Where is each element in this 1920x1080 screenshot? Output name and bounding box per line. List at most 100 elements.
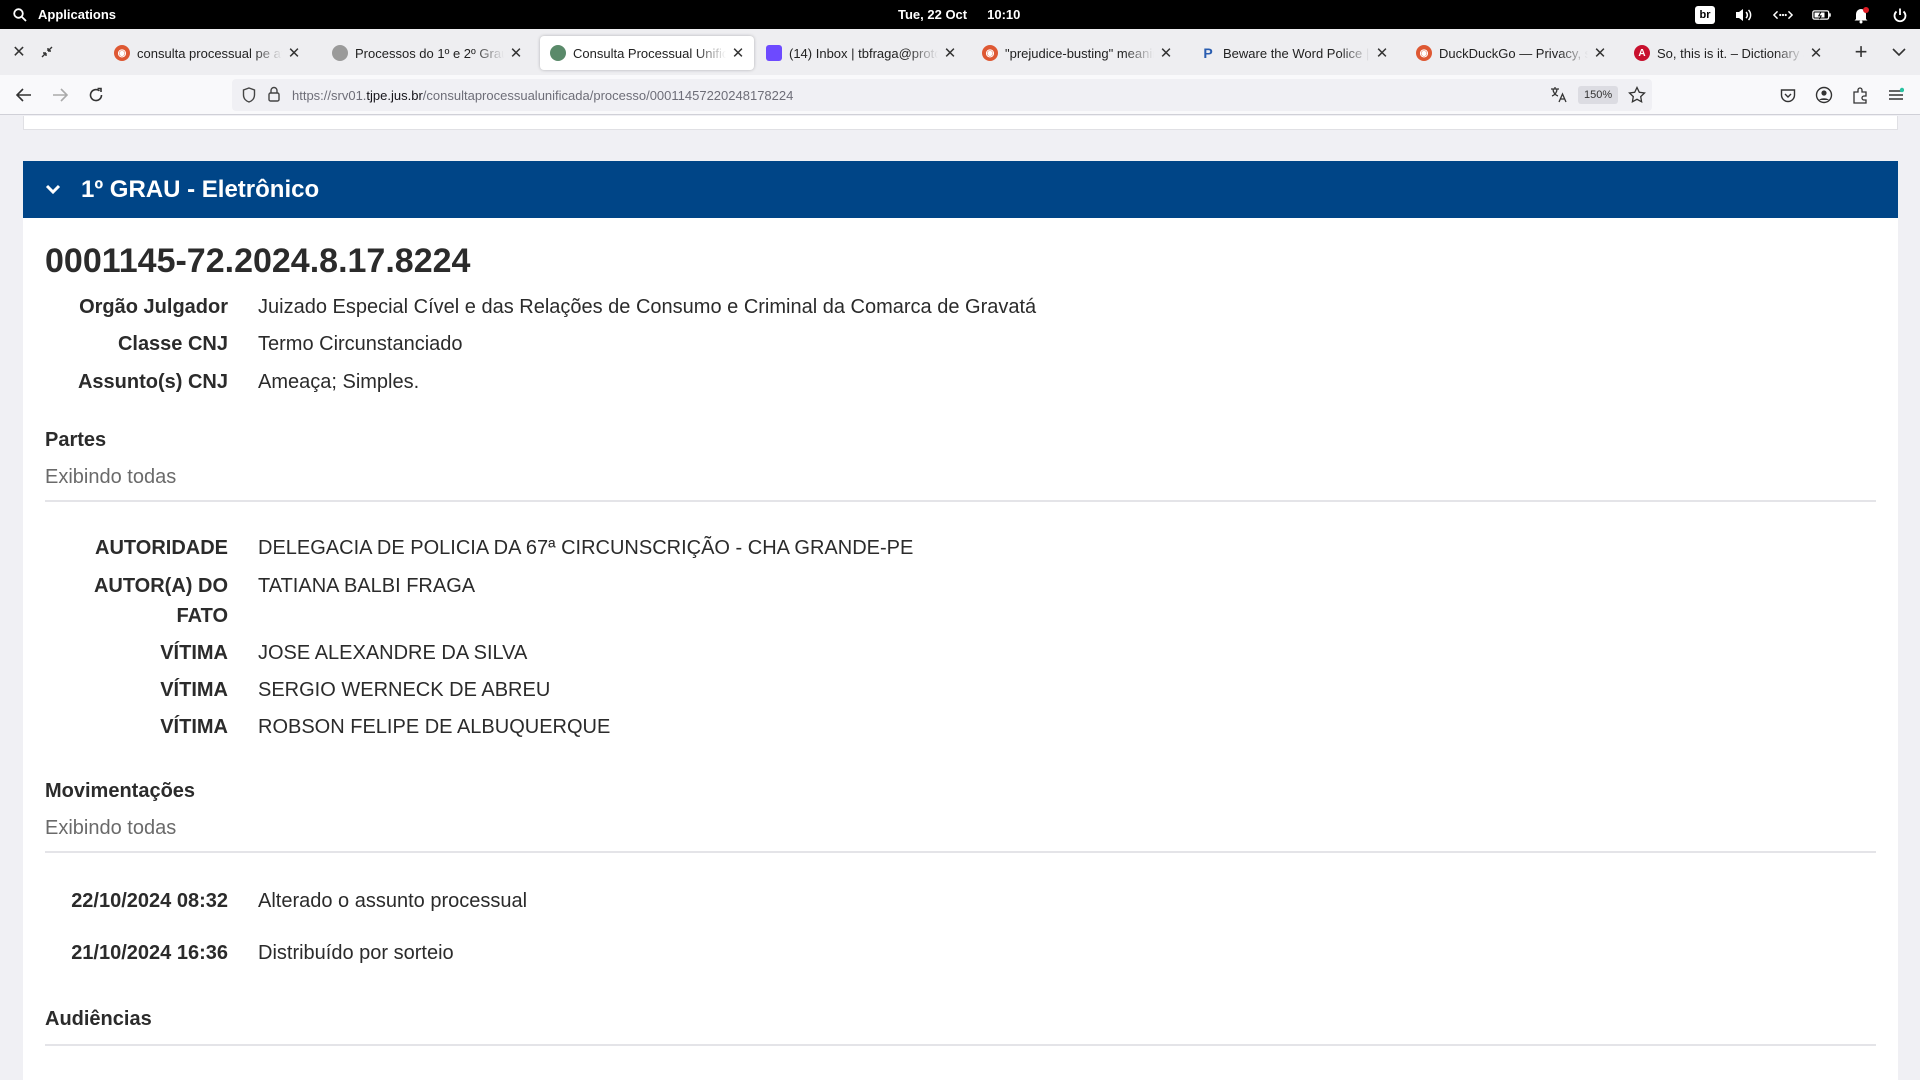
- url-bar[interactable]: https://srv01.tjpe.jus.br/consultaproces…: [232, 79, 1652, 111]
- parte-role: VÍTIMA: [160, 642, 228, 664]
- tab-title: Consulta Processual Unificada: [573, 45, 726, 61]
- parte-row: AUTOR(A) DO FATO TATIANA BALBI FRAGA: [45, 571, 1876, 638]
- process-card: 1º GRAU - Eletrônico 0001145-72.2024.8.1…: [23, 161, 1898, 1080]
- tab-title: (14) Inbox | tbfraga@proton.me: [789, 45, 938, 61]
- tab-title: So, this is it. – Dictionary and more: [1657, 45, 1804, 61]
- detail-value: Ameaça; Simples.: [258, 371, 420, 393]
- tab-title: DuckDuckGo — Privacy, simplified: [1439, 45, 1588, 61]
- clock[interactable]: Tue, 22 Oct 10:10: [898, 0, 1020, 29]
- translate-icon[interactable]: [1550, 86, 1568, 107]
- parte-role: AUTOR(A) DO FATO: [93, 575, 228, 627]
- duckduckgo-icon: ◉: [982, 45, 998, 61]
- close-icon[interactable]: ✕: [730, 44, 746, 62]
- section-header-title: 1º GRAU - Eletrônico: [81, 175, 320, 203]
- parte-role: VÍTIMA: [160, 716, 228, 738]
- close-icon[interactable]: ✕: [286, 44, 302, 62]
- detail-label: Classe CNJ: [117, 333, 228, 355]
- tjpe-icon: [550, 45, 566, 61]
- tab-word-police[interactable]: P Beware the Word Police | Psychology ✕: [1190, 36, 1398, 70]
- chevron-down-icon[interactable]: [45, 181, 63, 199]
- divider: [45, 1044, 1876, 1046]
- volume-icon[interactable]: [1734, 5, 1754, 25]
- process-details: Orgão Julgador Juizado Especial Cível e …: [45, 292, 1876, 397]
- close-icon[interactable]: ✕: [1808, 44, 1824, 62]
- tab-consulta-processual[interactable]: Consulta Processual Unificada ✕: [540, 36, 754, 70]
- partes-subtitle: Exibindo todas: [45, 466, 177, 488]
- new-tab-icon[interactable]: +: [1842, 29, 1880, 75]
- forward-arrow-icon[interactable]: [42, 75, 78, 115]
- restore-window-icon[interactable]: [28, 29, 66, 75]
- parte-row: VÍTIMA ROBSON FELIPE DE ALBUQUERQUE: [45, 712, 1876, 742]
- movimentacao-text: Distribuído por sorteio: [258, 942, 454, 964]
- pocket-icon[interactable]: [1770, 75, 1806, 115]
- tab-dictionary[interactable]: A So, this is it. – Dictionary and more …: [1624, 36, 1832, 70]
- process-number: 0001145-72.2024.8.17.8224: [45, 242, 471, 280]
- tjpe-icon: [332, 45, 348, 61]
- keyboard-layout-indicator[interactable]: br: [1695, 5, 1715, 24]
- detail-value: Termo Circunstanciado: [258, 333, 463, 355]
- back-arrow-icon[interactable]: [6, 75, 42, 115]
- parte-role: VÍTIMA: [160, 679, 228, 701]
- parte-row: VÍTIMA JOSE ALEXANDRE DA SILVA: [45, 638, 1876, 675]
- detail-label: Orgão Julgador: [79, 296, 228, 318]
- tab-prejudice-busting[interactable]: ◉ "prejudice-busting" meaning ✕: [972, 36, 1182, 70]
- power-icon[interactable]: [1890, 5, 1910, 25]
- detail-classe-cnj: Classe CNJ Termo Circunstanciado: [45, 329, 1876, 367]
- parte-role: AUTORIDADE: [95, 537, 228, 559]
- lock-icon[interactable]: [268, 86, 280, 105]
- applications-menu[interactable]: Applications: [38, 7, 116, 22]
- audiencias-title: Audiências: [45, 1008, 152, 1030]
- close-icon[interactable]: ✕: [1158, 44, 1174, 62]
- battery-icon[interactable]: [1812, 5, 1832, 25]
- parte-name: ROBSON FELIPE DE ALBUQUERQUE: [258, 716, 611, 738]
- url-text[interactable]: https://srv01.tjpe.jus.br/consultaproces…: [292, 88, 793, 103]
- divider: [45, 500, 1876, 502]
- movimentacao-text: Alterado o assunto processual: [258, 890, 528, 912]
- movimentacao-date: 21/10/2024 16:36: [71, 942, 228, 964]
- proton-mail-icon: [766, 45, 782, 61]
- tab-strip: ✕ ◉ consulta processual pe at DuckDuckGo…: [0, 29, 1920, 75]
- psychology-today-icon: P: [1203, 45, 1213, 61]
- partes-title: Partes: [45, 429, 107, 451]
- zoom-level-badge[interactable]: 150%: [1578, 86, 1619, 104]
- search-icon[interactable]: [10, 5, 30, 25]
- tab-proton-inbox[interactable]: (14) Inbox | tbfraga@proton.me ✕: [756, 36, 966, 70]
- clock-time: 10:10: [987, 7, 1021, 22]
- clock-date: Tue, 22 Oct: [898, 7, 968, 22]
- page-content: 1º GRAU - Eletrônico 0001145-72.2024.8.1…: [0, 116, 1920, 1080]
- duckduckgo-icon: ◉: [114, 45, 130, 61]
- detail-label: Assunto(s) CNJ: [77, 371, 228, 393]
- movimentacoes-list: 22/10/2024 08:32 Alterado o assunto proc…: [45, 886, 1876, 968]
- tab-title: Beware the Word Police | Psychology: [1223, 45, 1370, 61]
- previous-card-edge: [23, 116, 1898, 130]
- parte-name: JOSE ALEXANDRE DA SILVA: [258, 642, 528, 664]
- parte-row: AUTORIDADE DELEGACIA DE POLICIA DA 67ª C…: [45, 533, 1876, 571]
- duckduckgo-icon: ◉: [1416, 45, 1432, 61]
- close-icon[interactable]: ✕: [1374, 44, 1390, 62]
- parte-row: VÍTIMA SERGIO WERNECK DE ABREU: [45, 675, 1876, 712]
- tab-duckduckgo-home[interactable]: ◉ DuckDuckGo — Privacy, simplified ✕: [1406, 36, 1616, 70]
- close-icon[interactable]: ✕: [508, 44, 524, 62]
- account-icon[interactable]: [1806, 75, 1842, 115]
- shield-icon[interactable]: [242, 87, 256, 106]
- reload-icon[interactable]: [78, 75, 114, 115]
- bookmark-star-icon[interactable]: [1628, 85, 1646, 107]
- parte-name: TATIANA BALBI FRAGA: [258, 575, 476, 597]
- navigation-toolbar: https://srv01.tjpe.jus.br/consultaproces…: [0, 75, 1920, 115]
- close-icon[interactable]: ✕: [942, 44, 958, 62]
- movimentacao-row: 22/10/2024 08:32 Alterado o assunto proc…: [45, 886, 1876, 938]
- divider: [45, 851, 1876, 853]
- notifications-icon[interactable]: [1851, 5, 1871, 25]
- tab-duckduckgo-search[interactable]: ◉ consulta processual pe at DuckDuckGo ✕: [104, 36, 310, 70]
- tab-title: Processos do 1º e 2º Grau - TJPE: [355, 45, 504, 61]
- tab-list-chevron-down-icon[interactable]: [1880, 29, 1918, 75]
- tab-processos-tjpe[interactable]: Processos do 1º e 2º Grau - TJPE ✕: [322, 36, 532, 70]
- close-icon[interactable]: ✕: [1592, 44, 1608, 62]
- movimentacao-date: 22/10/2024 08:32: [71, 890, 228, 912]
- parte-name: DELEGACIA DE POLICIA DA 67ª CIRCUNSCRIÇÃ…: [258, 537, 914, 559]
- menu-icon[interactable]: [1878, 75, 1914, 115]
- network-icon[interactable]: [1773, 5, 1793, 25]
- section-header[interactable]: 1º GRAU - Eletrônico: [23, 161, 1898, 218]
- system-top-bar: Applications Tue, 22 Oct 10:10 br: [0, 0, 1920, 29]
- extensions-icon[interactable]: [1842, 75, 1878, 115]
